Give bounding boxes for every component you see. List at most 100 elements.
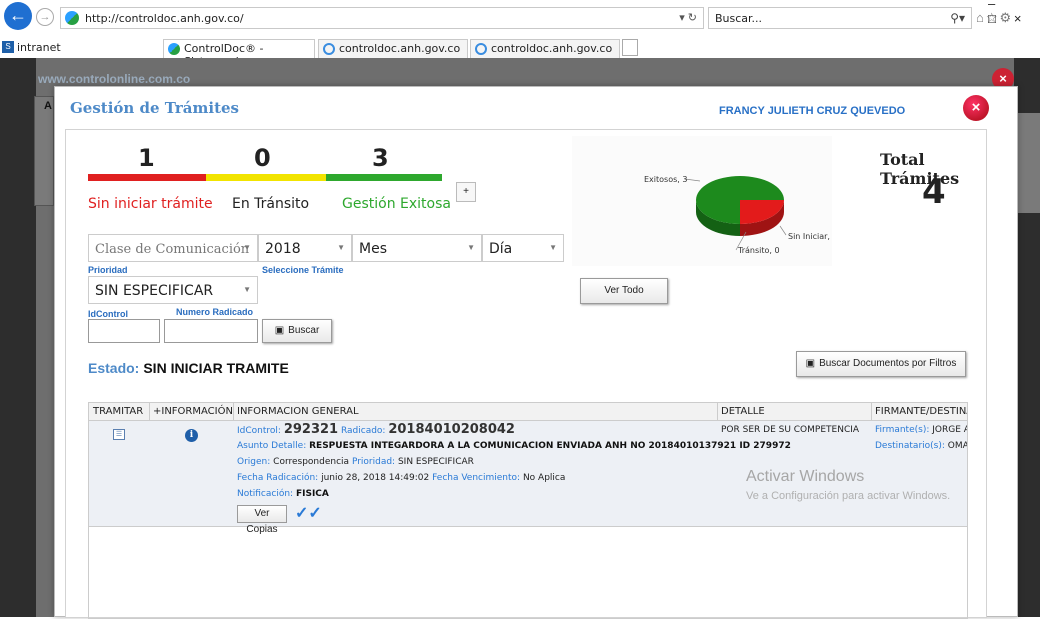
chevron-down-icon: ▼ xyxy=(467,243,475,252)
expand-button[interactable]: + xyxy=(456,182,476,202)
browser-chrome: ← → http://controldoc.anh.gov.co/ ▾ ↻ Bu… xyxy=(0,0,1040,68)
row-ids: IdControl: 292321 Radicado: 201840102080… xyxy=(237,423,515,438)
prioridad-select[interactable]: SIN ESPECIFICAR ▼ xyxy=(88,276,258,304)
window-controls[interactable]: –□× xyxy=(988,0,1040,26)
buscar-filtros-button[interactable]: ▣ Buscar Documentos por Filtros xyxy=(796,351,966,377)
label-transito[interactable]: En Tránsito xyxy=(232,196,309,212)
select-value: 2018 xyxy=(265,241,301,257)
site-panel xyxy=(34,96,54,206)
fecha-vencimiento-key: Fecha Vencimiento: xyxy=(432,473,521,483)
tramites-table: TRAMITAR +INFORMACIÓN INFORMACION GENERA… xyxy=(88,402,968,619)
row-notificacion: Notificación: FISICA xyxy=(237,487,329,501)
favorite-intranet[interactable]: intranet xyxy=(17,41,61,54)
notificacion-key: Notificación: xyxy=(237,489,294,499)
select-value: Día xyxy=(489,241,513,257)
bar-sin-iniciar xyxy=(88,174,206,181)
prioridad-value: SIN ESPECIFICAR xyxy=(397,457,474,467)
idcontrol-input[interactable] xyxy=(88,319,160,343)
tab-label: controldoc.anh.gov.co xyxy=(339,42,461,55)
forward-arrow-icon[interactable]: → xyxy=(36,8,54,26)
th-tramitar: TRAMITAR xyxy=(93,406,144,417)
chevron-down-icon: ▼ xyxy=(337,243,345,252)
chevron-down-icon: ▼ xyxy=(549,243,557,252)
ver-todo-label: Ver Todo xyxy=(604,285,644,296)
destinatario-value: OMAR A xyxy=(947,441,967,451)
total-tramites-value: 4 xyxy=(922,172,946,212)
fecha-radicacion-value: junio 28, 2018 14:49:02 xyxy=(321,473,430,483)
row-fechas: Fecha Radicación: junio 28, 2018 14:49:0… xyxy=(237,471,565,485)
destinatario-key: Destinatario(s): xyxy=(875,441,945,451)
pie-label-transito: Tránsito, 0 xyxy=(737,246,780,255)
ver-copias-button[interactable]: Ver Copias xyxy=(237,505,287,535)
radicado-key: Radicado: xyxy=(340,426,386,436)
double-check-icon: ✓✓ xyxy=(295,505,322,522)
th-informacion: +INFORMACIÓN xyxy=(153,406,233,417)
fecha-vencimiento-value: No Aplica xyxy=(522,473,566,483)
firmante-key: Firmante(s): xyxy=(875,425,930,435)
row-detalle: POR SER DE SU COMPETENCIA xyxy=(721,425,860,435)
site-favicon-icon xyxy=(65,11,79,25)
origen-key: Origen: xyxy=(237,457,271,467)
windows-activation-title: Activar Windows xyxy=(746,468,865,485)
ie-icon xyxy=(323,43,335,55)
prioridad-label: Prioridad xyxy=(88,265,128,275)
radicado-value: 20184010208042 xyxy=(388,422,515,437)
chevron-down-icon: ▼ xyxy=(243,285,251,294)
close-icon[interactable]: × xyxy=(963,95,989,121)
ie-icon xyxy=(475,43,487,55)
address-bar[interactable]: http://controldoc.anh.gov.co/ ▾ ↻ xyxy=(60,7,704,29)
tab-label: controldoc.anh.gov.co xyxy=(491,42,613,55)
th-detalle: DETALLE xyxy=(721,406,765,417)
seleccione-tramite-label: Seleccione Trámite xyxy=(262,265,344,275)
select-value: Clase de Comunicación xyxy=(95,242,250,257)
chevron-down-icon: ▼ xyxy=(243,243,251,252)
search-icon[interactable]: ⚲▾ xyxy=(950,11,965,25)
asunto-key: Asunto Detalle: xyxy=(237,441,307,451)
clase-comunicacion-select[interactable]: Clase de Comunicación ▼ xyxy=(88,234,258,262)
year-select[interactable]: 2018 ▼ xyxy=(258,234,352,262)
new-tab-button[interactable] xyxy=(622,39,638,56)
row-destinatario: Destinatario(s): OMAR A xyxy=(875,439,967,453)
browser-search-box[interactable]: Buscar... ⚲▾ xyxy=(708,7,972,29)
dia-select[interactable]: Día ▼ xyxy=(482,234,564,262)
back-arrow-icon[interactable]: ← xyxy=(4,2,32,30)
row-asunto: Asunto Detalle: RESPUESTA INTEGARDORA A … xyxy=(237,439,791,453)
tramitar-icon[interactable]: ☰ xyxy=(113,429,125,440)
tab-controldoc-2[interactable]: controldoc.anh.gov.co xyxy=(318,39,468,58)
table-header: TRAMITAR +INFORMACIÓN INFORMACION GENERA… xyxy=(89,403,967,421)
buscar-filtros-label: Buscar Documentos por Filtros xyxy=(819,358,957,369)
fecha-radicacion-key: Fecha Radicación: xyxy=(237,473,319,483)
tab-favicon-icon xyxy=(168,43,180,55)
pie-leader-sin-iniciar xyxy=(779,225,787,236)
site-panel-right xyxy=(1018,113,1040,213)
info-icon[interactable]: i xyxy=(185,429,198,442)
ver-todo-button[interactable]: Ver Todo xyxy=(580,278,668,304)
sharepoint-icon: S xyxy=(2,41,14,53)
pie-chart: Exitosos, 3 Sin Iniciar, 1 Tránsito, 0 xyxy=(572,136,838,266)
select-value: Mes xyxy=(359,241,387,257)
bar-transito xyxy=(206,174,326,181)
idcontrol-value: 292321 xyxy=(283,422,339,437)
modal-title: Gestión de Trámites xyxy=(70,99,239,117)
bar-exitosa xyxy=(326,174,442,181)
firmante-value: JORGE ART xyxy=(932,425,967,435)
user-name: FRANCY JULIETH CRUZ QUEVEDO xyxy=(719,105,906,117)
pie-svg: Exitosos, 3 Sin Iniciar, 1 Tránsito, 0 xyxy=(644,175,838,255)
th-firmante: FIRMANTE/DESTINAT... xyxy=(875,406,967,417)
label-sin-iniciar[interactable]: Sin iniciar trámite xyxy=(88,196,213,212)
tab-controldoc-3[interactable]: controldoc.anh.gov.co xyxy=(470,39,620,58)
radicado-input[interactable] xyxy=(164,319,258,343)
tab-controldoc[interactable]: ControlDoc® - Sistema de ... × xyxy=(163,39,315,68)
idcontrol-key: IdControl: xyxy=(237,426,281,436)
refresh-icon[interactable]: ▾ ↻ xyxy=(679,11,697,24)
buscar-button[interactable]: ▣ Buscar xyxy=(262,319,332,343)
buscar-label: Buscar xyxy=(288,325,320,336)
mes-select[interactable]: Mes ▼ xyxy=(352,234,482,262)
row-firmante: Firmante(s): JORGE ART xyxy=(875,423,967,437)
idcontrol-label: IdControl xyxy=(88,309,128,319)
prioridad-key: Prioridad: xyxy=(351,457,396,467)
count-sin-iniciar: 1 xyxy=(138,144,155,172)
estado-value: SIN INICIAR TRAMITE xyxy=(143,360,289,376)
windows-activation-text: Ve a Configuración para activar Windows. xyxy=(746,490,951,502)
label-exitosa[interactable]: Gestión Exitosa xyxy=(342,196,451,212)
